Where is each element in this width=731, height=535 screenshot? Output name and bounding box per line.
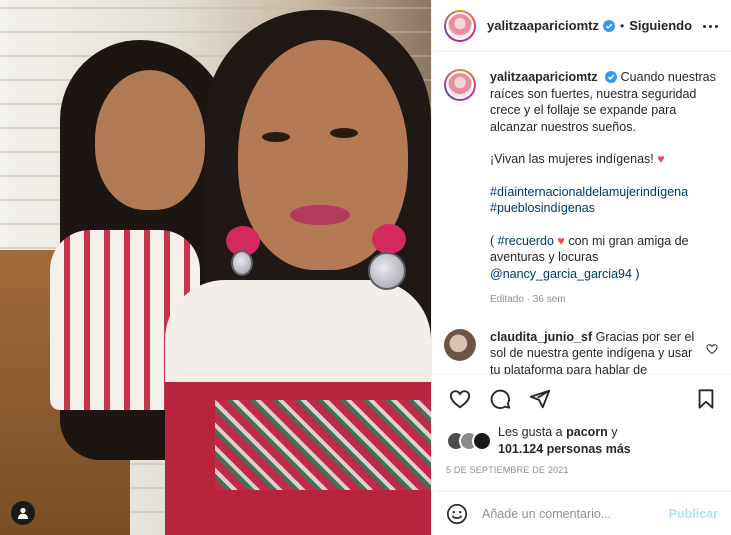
caption-text-2: ¡Vivan las mujeres indígenas!	[490, 152, 654, 166]
author-username[interactable]: yalitzaapariciomtz	[487, 18, 599, 33]
photo-person-left-face	[95, 70, 205, 210]
comments-section[interactable]: yalitzaapariciomtz Cuando nuestras raíce…	[432, 53, 731, 374]
post-header: yalitzaapariciomtz • Siguiendo	[432, 0, 731, 52]
likes-middle: y	[607, 425, 618, 439]
instagram-post-dialog: yalitzaapariciomtz • Siguiendo yalitzaap…	[0, 0, 731, 535]
photo-earring-coin	[231, 250, 253, 276]
caption-body: yalitzaapariciomtz Cuando nuestras raíce…	[490, 69, 716, 309]
publish-button[interactable]: Publicar	[669, 507, 718, 521]
heart-emoji-icon: ♥	[657, 152, 665, 166]
liker-username[interactable]: pacorn	[566, 425, 608, 439]
comment-heart-icon[interactable]	[706, 343, 718, 355]
comment-bubble-icon	[490, 389, 511, 409]
likes-text: Les gusta a pacorn y 101.124 personas má…	[498, 424, 631, 458]
comment-item: claudita_junio_sf Gracias por ser el sol…	[444, 328, 720, 375]
bookmark-icon	[698, 389, 714, 409]
caption-author-avatar[interactable]	[444, 69, 476, 101]
verified-badge-icon	[605, 71, 618, 83]
liker-avatar	[472, 431, 492, 451]
following-button[interactable]: Siguiendo	[629, 18, 692, 33]
post-side-panel: yalitzaapariciomtz • Siguiendo yalitzaap…	[431, 0, 731, 535]
caption-username[interactable]: yalitzaapariciomtz	[490, 70, 598, 84]
hashtag-link[interactable]: #recuerdo	[498, 234, 554, 248]
photo-earring-coin	[368, 252, 406, 290]
caption-hashtags: #díainternacionaldelamujerindígena #pueb…	[490, 184, 716, 217]
hashtag-link[interactable]: #pueblosindígenas	[490, 200, 716, 217]
author-avatar[interactable]	[444, 9, 476, 42]
caption-paren-open: (	[490, 233, 498, 248]
photo-eye	[262, 132, 290, 142]
post-photo[interactable]	[0, 0, 431, 535]
save-button[interactable]	[686, 379, 726, 419]
share-button[interactable]	[520, 379, 560, 419]
caption-paren-close: )	[631, 266, 640, 281]
caption-paragraph-2: ¡Vivan las mujeres indígenas! ♥	[490, 151, 716, 168]
add-comment-bar: Publicar	[432, 491, 731, 535]
likes-summary: Les gusta a pacorn y 101.124 personas má…	[446, 424, 726, 458]
likes-count[interactable]: 101.124 personas más	[498, 442, 631, 456]
post-caption: yalitzaapariciomtz Cuando nuestras raíce…	[444, 69, 720, 309]
heart-emoji-icon: ♥	[557, 233, 565, 248]
person-icon	[18, 507, 28, 519]
liker-avatars[interactable]	[446, 431, 494, 451]
likes-prefix: Les gusta a	[498, 425, 563, 439]
tagged-users-icon[interactable]	[11, 501, 35, 525]
post-actions-bar	[432, 374, 731, 422]
emoji-icon[interactable]	[446, 503, 468, 525]
header-separator: •	[620, 18, 625, 33]
post-date[interactable]: 5 DE SEPTIEMBRE DE 2021	[446, 465, 569, 475]
more-options-button[interactable]	[700, 17, 720, 35]
comment-input[interactable]	[482, 506, 669, 521]
comment-body: claudita_junio_sf Gracias por ser el sol…	[490, 329, 696, 375]
commenter-avatar[interactable]	[444, 328, 476, 361]
comment-button[interactable]	[480, 379, 520, 419]
mention-link[interactable]: @nancy_garcia_garcia94	[490, 267, 632, 281]
commenter-username[interactable]: claudita_junio_sf	[490, 330, 592, 344]
photo-lips	[290, 205, 350, 225]
like-button[interactable]	[440, 379, 480, 419]
paper-plane-icon	[529, 389, 551, 408]
heart-icon	[449, 389, 471, 408]
caption-paragraph-3: ( #recuerdo ♥ con mi gran amiga de avent…	[490, 233, 716, 283]
hashtag-link[interactable]: #díainternacionaldelamujerindígena	[490, 184, 716, 201]
verified-badge-icon	[603, 19, 615, 32]
caption-meta: Editado · 36 sem	[490, 294, 566, 305]
photo-eye	[330, 128, 358, 138]
photo-earring-flower	[372, 224, 406, 254]
photo-embroidery	[215, 400, 431, 490]
